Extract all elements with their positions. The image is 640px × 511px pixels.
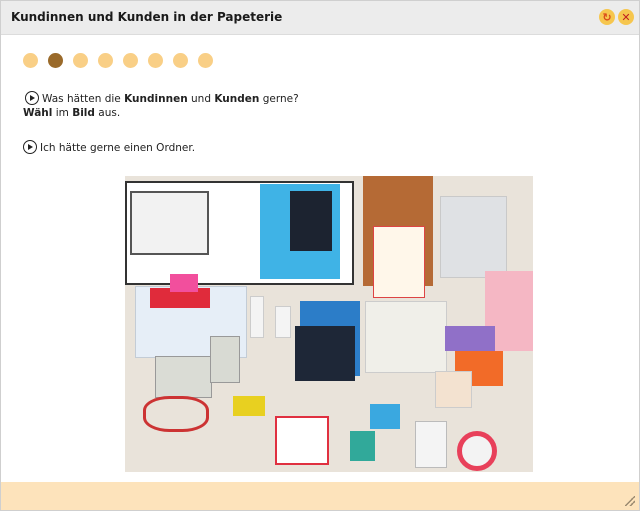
resize-handle-icon[interactable] [625, 496, 635, 506]
felt-pens-box-2[interactable] [210, 336, 240, 383]
progress-dot-3[interactable] [73, 53, 88, 68]
progress-dot-5[interactable] [123, 53, 138, 68]
paper-sheets[interactable] [373, 226, 425, 298]
reload-button[interactable]: ↻ [599, 9, 615, 25]
glue-bottle[interactable] [250, 296, 264, 338]
glue-stick[interactable] [275, 306, 291, 338]
pencils-pot[interactable] [415, 421, 447, 468]
progress-dot-2[interactable] [48, 53, 63, 68]
progress-dot-7[interactable] [173, 53, 188, 68]
purple-paper[interactable] [445, 326, 495, 351]
dark-notebook[interactable] [295, 326, 355, 381]
beige-card[interactable] [435, 371, 472, 408]
graph-paper[interactable] [365, 301, 447, 373]
pink-sticky[interactable] [170, 274, 198, 292]
notebook-black[interactable] [290, 191, 332, 251]
titlebar: Kundinnen und Kunden in der Papeterie ↻ … [1, 1, 639, 35]
red-labels[interactable] [275, 416, 329, 465]
open-notebook[interactable] [130, 191, 209, 255]
footer-bar [1, 482, 639, 510]
blue-tape[interactable] [370, 404, 400, 429]
scissors[interactable] [143, 396, 209, 432]
close-button[interactable]: ✕ [618, 9, 634, 25]
progress-dot-8[interactable] [198, 53, 213, 68]
progress-dot-4[interactable] [98, 53, 113, 68]
reload-icon: ↻ [602, 10, 612, 24]
progress-dot-1[interactable] [23, 53, 38, 68]
sticky-notes[interactable] [350, 431, 375, 461]
tape-roll[interactable] [457, 431, 497, 471]
sheet-protector[interactable] [440, 196, 507, 278]
window-title: Kundinnen und Kunden in der Papeterie [11, 10, 283, 24]
stationery-photo[interactable] [125, 176, 533, 472]
felt-pens-box[interactable] [155, 356, 212, 398]
close-icon: ✕ [621, 10, 631, 24]
example-sentence: Ich hätte gerne einen Ordner. [23, 140, 195, 154]
instruction-line-1: Was hätten die Kundinnen und Kunden gern… [25, 91, 299, 105]
play-audio-icon[interactable] [23, 140, 37, 154]
play-audio-icon[interactable] [25, 91, 39, 105]
stapler[interactable] [233, 396, 265, 416]
progress-dot-6[interactable] [148, 53, 163, 68]
exercise-window: Kundinnen und Kunden in der Papeterie ↻ … [0, 0, 640, 511]
instruction-line-2: Wähl im Bild aus. [23, 107, 121, 119]
